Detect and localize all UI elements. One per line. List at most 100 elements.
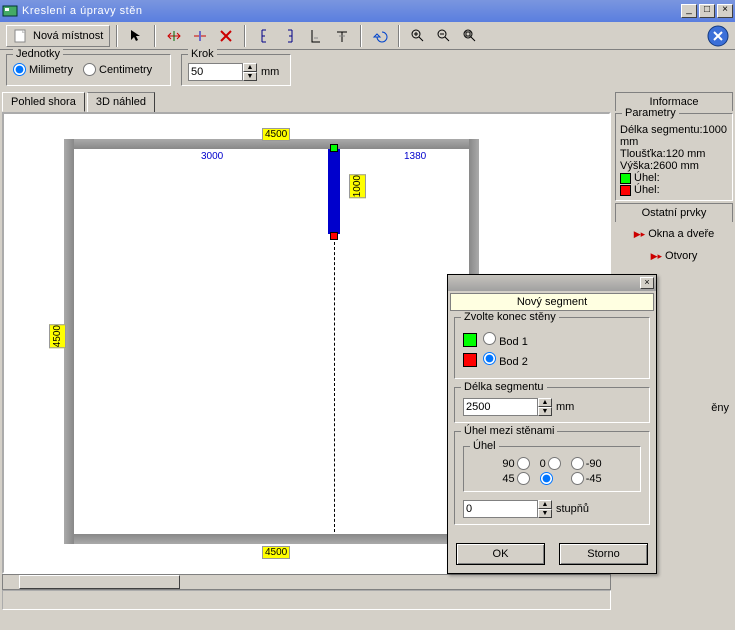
angle-neg45[interactable]: -45 — [571, 472, 602, 485]
angle-unit: stupňů — [556, 503, 589, 515]
pointer-tool-button[interactable] — [124, 25, 148, 47]
seg-len-spinner[interactable]: ▲▼ — [463, 398, 552, 416]
h-scrollbar[interactable] — [2, 574, 611, 590]
units-cm-option[interactable]: Centimetry — [83, 63, 152, 76]
measure-l-button[interactable] — [304, 25, 328, 47]
pt2-radio[interactable] — [483, 352, 496, 365]
dialog-close-button[interactable]: × — [640, 277, 654, 289]
statusbar — [2, 590, 611, 610]
pt1-color — [463, 333, 477, 347]
h-scroll-thumb[interactable] — [19, 575, 180, 589]
guide-line — [334, 242, 335, 532]
split-segment-button[interactable] — [188, 25, 212, 47]
handle-end[interactable] — [330, 232, 338, 240]
pt1-radio[interactable] — [483, 332, 496, 345]
angle-custom-spinner[interactable]: ▲▼ — [463, 500, 552, 518]
bracket-right-icon — [282, 28, 298, 44]
units-mm-radio[interactable] — [13, 63, 26, 76]
delete-icon — [218, 28, 234, 44]
add-segment-button[interactable] — [162, 25, 186, 47]
pt1-option[interactable]: Bod 1 — [483, 332, 528, 348]
measure-t-icon — [334, 28, 350, 44]
units-mm-option[interactable]: Milimetry — [13, 63, 73, 76]
dim-blue: 1000 — [349, 174, 366, 198]
units-group: Jednotky Milimetry Centimetry — [6, 54, 171, 86]
view-tabs: Pohled shora 3D náhled — [0, 90, 613, 112]
close-button[interactable]: × — [717, 4, 733, 18]
zoom-fit-button[interactable] — [458, 25, 482, 47]
units-cm-radio[interactable] — [83, 63, 96, 76]
angle-up[interactable]: ▲ — [538, 500, 552, 509]
wall-end-group: Zvolte konec stěny Bod 1 Bod 2 — [454, 317, 650, 379]
split-icon — [192, 28, 208, 44]
new-room-button[interactable]: Nová místnost — [6, 25, 110, 47]
dim-seg2: 1380 — [402, 151, 428, 162]
angle-45[interactable]: 45 — [502, 472, 529, 485]
measure-t-button[interactable] — [330, 25, 354, 47]
seg-len-unit: mm — [556, 401, 574, 413]
angle-inner-group: Úhel 90 0 -90 45 -45 — [463, 446, 641, 492]
units-legend: Jednotky — [13, 48, 63, 60]
undo-button[interactable] — [368, 25, 392, 47]
wall-angle-group: Úhel mezi stěnami Úhel 90 0 -90 45 -45 ▲… — [454, 431, 650, 525]
dim-top: 4500 — [262, 128, 290, 141]
windows-doors-link[interactable]: ▶▸Okna a dveře — [615, 224, 733, 244]
window-title: Kreslení a úpravy stěn — [22, 5, 681, 17]
step-spinner[interactable]: ▲▼ — [188, 63, 257, 81]
delete-segment-button[interactable] — [214, 25, 238, 47]
openings-link[interactable]: ▶▸Otvory — [615, 246, 733, 266]
step-down[interactable]: ▼ — [243, 72, 257, 81]
height-val: 2600 mm — [653, 160, 699, 172]
bracket-left-button[interactable] — [252, 25, 276, 47]
wall-end-legend: Zvolte konec stěny — [461, 311, 559, 323]
maximize-button[interactable]: □ — [699, 4, 715, 18]
angle-down[interactable]: ▼ — [538, 509, 552, 518]
pt2-option[interactable]: Bod 2 — [483, 352, 528, 368]
expand-icon: ▶▸ — [634, 229, 645, 240]
zoom-out-button[interactable] — [432, 25, 456, 47]
seg-len-up[interactable]: ▲ — [538, 398, 552, 407]
blue-wall-segment[interactable] — [328, 149, 340, 234]
angle-90[interactable]: 90 — [502, 457, 529, 470]
zoom-in-button[interactable] — [406, 25, 430, 47]
segment-length-group: Délka segmentu ▲▼ mm — [454, 387, 650, 423]
tab-top-view[interactable]: Pohled shora — [2, 92, 85, 112]
step-up[interactable]: ▲ — [243, 63, 257, 72]
angle-custom-radio[interactable] — [540, 472, 561, 485]
undo-icon — [372, 28, 388, 44]
step-unit: mm — [261, 66, 279, 78]
wall-bottom[interactable] — [64, 534, 479, 544]
angle-sub-legend: Úhel — [470, 440, 499, 452]
angle-custom-input[interactable] — [463, 500, 538, 518]
dim-left: 4500 — [49, 324, 66, 348]
step-input[interactable] — [188, 63, 243, 81]
other-title: Ostatní prvky — [615, 203, 733, 222]
angle-color-2 — [620, 185, 631, 196]
angle-color-1 — [620, 173, 631, 184]
dim-bottom: 4500 — [262, 546, 290, 559]
seg-len-legend: Délka segmentu — [461, 381, 547, 393]
angle-label-1: Úhel: — [634, 172, 660, 184]
dialog-titlebar[interactable]: × — [448, 275, 656, 291]
zoom-in-icon — [410, 28, 426, 44]
measure-l-icon — [308, 28, 324, 44]
minimize-button[interactable]: _ — [681, 4, 697, 18]
dim-seg1: 3000 — [199, 151, 225, 162]
angle-neg90[interactable]: -90 — [571, 457, 602, 470]
titlebar: Kreslení a úpravy stěn _ □ × — [0, 0, 735, 22]
cancel-button[interactable]: Storno — [559, 543, 648, 565]
pt2-color — [463, 353, 477, 367]
bracket-right-button[interactable] — [278, 25, 302, 47]
seg-len-input[interactable] — [463, 398, 538, 416]
height-label: Výška: — [620, 160, 653, 172]
handle-start[interactable] — [330, 144, 338, 152]
close-panel-icon[interactable] — [707, 25, 729, 47]
tab-3d-view[interactable]: 3D náhled — [87, 92, 155, 112]
step-legend: Krok — [188, 48, 217, 60]
ok-button[interactable]: OK — [456, 543, 545, 565]
len-label: Délka segmentu: — [620, 124, 703, 136]
new-room-icon — [13, 28, 29, 44]
seg-len-down[interactable]: ▼ — [538, 407, 552, 416]
angle-0[interactable]: 0 — [540, 457, 561, 470]
angle-legend: Úhel mezi stěnami — [461, 425, 557, 437]
